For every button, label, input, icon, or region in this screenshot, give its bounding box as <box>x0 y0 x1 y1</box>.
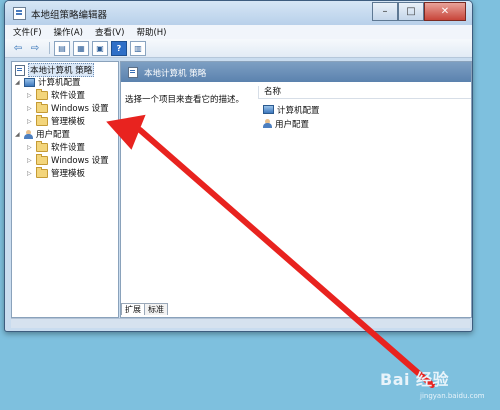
tree-label: Windows 设置 <box>51 156 109 166</box>
toolbar: ⇦ ⇨ ▤ ▦ ▣ ? ▥ <box>5 39 472 58</box>
tree-item-computer-config[interactable]: ◢ 计算机配置 <box>15 76 81 88</box>
policy-document-icon <box>15 64 25 76</box>
back-arrow-icon[interactable]: ⇦ <box>11 42 25 55</box>
folder-icon <box>36 140 48 152</box>
tree-label: 管理模板 <box>51 117 86 127</box>
folder-icon <box>36 114 48 126</box>
list-item-user-config[interactable]: 用户配置 <box>263 118 310 130</box>
tab-standard[interactable]: 标准 <box>144 303 168 315</box>
window-title: 本地组策略编辑器 <box>31 10 108 21</box>
menu-view[interactable]: 查看(V) <box>95 26 124 38</box>
user-icon <box>263 119 272 128</box>
tree-item-user-admin-templates[interactable]: ▷ 管理模板 <box>27 166 86 179</box>
menu-file[interactable]: 文件(F) <box>13 26 42 38</box>
expand-triangle-icon[interactable]: ▷ <box>27 92 34 99</box>
close-button[interactable]: ✕ <box>424 2 466 21</box>
collapse-triangle-icon[interactable]: ◢ <box>15 79 22 86</box>
details-pane: 本地计算机 策略 选择一个项目来查看它的描述。 名称 计算机配置 用户配置 扩展… <box>120 61 472 318</box>
group-policy-editor-window: 本地组策略编辑器 – □ ✕ 文件(F) 操作(A) 查看(V) 帮助(H) ⇦… <box>4 0 473 332</box>
folder-icon <box>36 88 48 100</box>
tree-item-user-software[interactable]: ▷ 软件设置 <box>27 140 86 153</box>
export-list-icon[interactable]: ▦ <box>73 40 89 56</box>
computer-icon <box>263 105 274 114</box>
console-tree: 本地计算机 策略 ◢ 计算机配置 ▷ 软件设置 ▷ Windows 设置 ▷ 管… <box>11 61 119 318</box>
view-tabs: 扩展 标准 <box>121 303 168 315</box>
computer-icon <box>24 77 35 87</box>
tree-label-computer-config: 计算机配置 <box>38 78 81 88</box>
details-title: 本地计算机 策略 <box>144 69 207 79</box>
user-icon <box>24 129 33 139</box>
forward-arrow-icon[interactable]: ⇨ <box>28 42 42 55</box>
expand-triangle-icon[interactable]: ▷ <box>27 144 34 151</box>
tree-label: 管理模板 <box>51 169 86 179</box>
folder-icon <box>36 101 48 113</box>
app-icon <box>13 7 26 20</box>
tree-item-computer-admin-templates[interactable]: ▷ 管理模板 <box>27 114 86 127</box>
properties-icon[interactable]: ▣ <box>92 40 108 56</box>
expand-triangle-icon[interactable]: ▷ <box>27 118 34 125</box>
tree-item-computer-software[interactable]: ▷ 软件设置 <box>27 88 86 101</box>
minimize-button[interactable]: – <box>372 2 398 21</box>
details-header: 本地计算机 策略 <box>121 62 471 82</box>
maximize-button[interactable]: □ <box>398 2 424 21</box>
baidu-watermark: Bai 经验 <box>380 370 450 389</box>
folder-icon <box>36 153 48 165</box>
toolbar-separator <box>49 42 50 54</box>
policy-document-icon <box>128 67 138 78</box>
tree-item-computer-windows[interactable]: ▷ Windows 设置 <box>27 101 109 114</box>
watermark-url: jingyan.baidu.com <box>420 392 485 400</box>
title-bar[interactable]: 本地组策略编辑器 – □ ✕ <box>5 1 472 25</box>
list-item-label: 用户配置 <box>275 119 310 130</box>
show-tree-icon[interactable]: ▤ <box>54 40 70 56</box>
tree-label-root: 本地计算机 策略 <box>28 63 95 77</box>
help-icon[interactable]: ? <box>111 40 127 56</box>
menu-action[interactable]: 操作(A) <box>54 26 83 38</box>
collapse-triangle-icon[interactable]: ◢ <box>15 131 22 138</box>
menu-bar: 文件(F) 操作(A) 查看(V) 帮助(H) <box>5 25 472 39</box>
tree-label: 软件设置 <box>51 91 86 101</box>
tree-item-root[interactable]: 本地计算机 策略 <box>15 63 95 77</box>
tree-label-user-config: 用户配置 <box>36 130 71 140</box>
list-item-computer-config[interactable]: 计算机配置 <box>263 104 320 116</box>
status-bar <box>11 318 470 328</box>
tab-extended[interactable]: 扩展 <box>121 303 145 315</box>
column-header-name[interactable]: 名称 <box>258 86 471 99</box>
tree-label: 软件设置 <box>51 143 86 153</box>
tree-item-user-windows[interactable]: ▷ Windows 设置 <box>27 153 109 166</box>
menu-help[interactable]: 帮助(H) <box>136 26 166 38</box>
description-text: 选择一个项目来查看它的描述。 <box>125 95 245 105</box>
expand-triangle-icon[interactable]: ▷ <box>27 170 34 177</box>
tree-item-user-config[interactable]: ◢ 用户配置 <box>15 128 70 140</box>
expand-triangle-icon[interactable]: ▷ <box>27 105 34 112</box>
window-controls: – □ ✕ <box>372 2 466 21</box>
expand-triangle-icon[interactable]: ▷ <box>27 157 34 164</box>
folder-icon <box>36 166 48 178</box>
tree-label: Windows 设置 <box>51 104 109 114</box>
list-item-label: 计算机配置 <box>277 105 320 116</box>
view-icon[interactable]: ▥ <box>130 40 146 56</box>
